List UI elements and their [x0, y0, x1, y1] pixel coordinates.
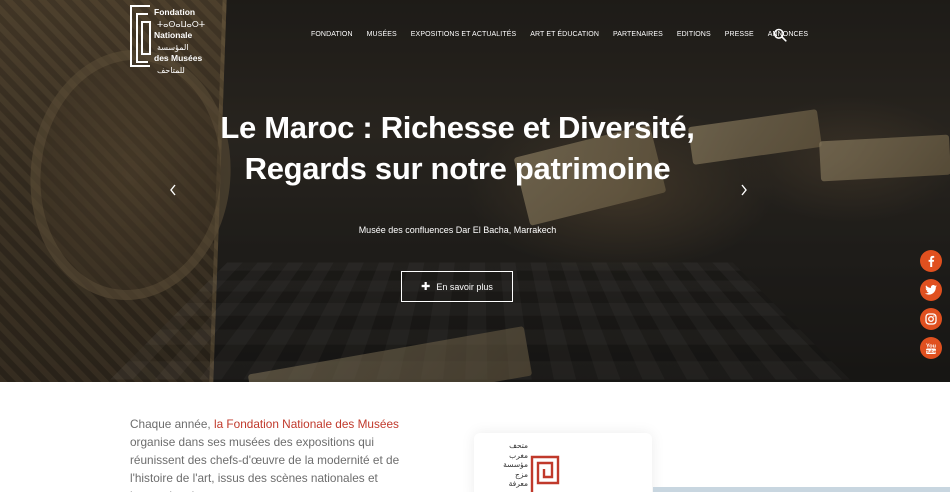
hero-title: Le Maroc : Richesse et Diversité, Regards…	[220, 110, 695, 186]
intro-text: Chaque année,	[130, 417, 214, 431]
nav-item-art-education[interactable]: ART ET ÉDUCATION	[530, 30, 599, 42]
section-image-strip	[653, 487, 950, 492]
logo-mark-icon	[130, 5, 151, 67]
nav-item-expositions[interactable]: EXPOSITIONS ET ACTUALITÉS	[411, 30, 516, 42]
main-nav: FONDATION MUSÉES EXPOSITIONS ET ACTUALIT…	[311, 30, 822, 42]
museum-logo-icon	[530, 455, 560, 492]
nav-item-partenaires[interactable]: PARTENAIRES	[613, 30, 663, 42]
nav-item-editions[interactable]: EDITIONS	[677, 30, 711, 42]
logo-text: Fondation ⵜⴰⵙⴰⵡⴰⵔⵜ Nationale المؤسسة des M…	[154, 7, 206, 75]
site-logo[interactable]: Fondation ⵜⴰⵙⴰⵡⴰⵔⵜ Nationale المؤسسة des M…	[130, 5, 250, 75]
chevron-left-icon[interactable]	[166, 182, 180, 198]
nav-item-presse[interactable]: PRESSE	[725, 30, 754, 42]
chevron-right-icon[interactable]	[737, 182, 751, 198]
facebook-icon[interactable]	[920, 250, 942, 272]
nav-item-fondation[interactable]: FONDATION	[311, 30, 353, 42]
plus-icon: ✚	[421, 281, 431, 293]
nav-item-musees[interactable]: MUSÉES	[367, 30, 397, 42]
museum-logo: متحف مغرب مؤسسة مزج معرفة	[500, 441, 570, 492]
museum-logo-text: متحف مغرب مؤسسة مزج معرفة	[503, 441, 528, 488]
hero-subtitle: Musée des confluences Dar El Bacha, Marr…	[358, 225, 557, 235]
intro-paragraph: Chaque année, la Fondation Nationale des…	[130, 415, 420, 492]
intro-text: organise dans ses musées des expositions…	[130, 435, 400, 492]
instagram-icon[interactable]	[920, 308, 942, 330]
twitter-icon[interactable]	[920, 279, 942, 301]
fondation-link[interactable]: la Fondation Nationale des Musées	[214, 417, 399, 431]
cta-label: En savoir plus	[436, 281, 493, 292]
youtube-icon[interactable]: You Tube	[920, 337, 942, 359]
en-savoir-plus-button[interactable]: ✚ En savoir plus	[401, 271, 513, 302]
search-icon[interactable]	[773, 28, 787, 42]
svg-text:Tube: Tube	[926, 349, 937, 354]
